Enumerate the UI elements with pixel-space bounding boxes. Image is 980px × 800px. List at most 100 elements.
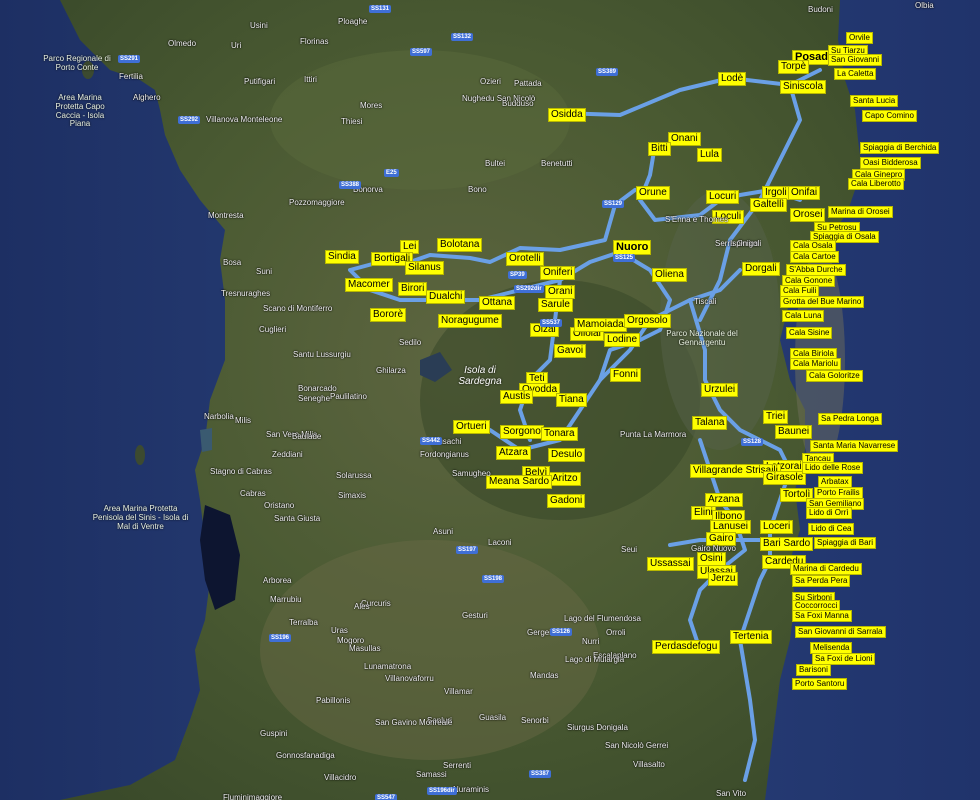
town-label[interactable]: Mamoiada	[574, 318, 627, 332]
town-label[interactable]: Fonni	[610, 368, 642, 382]
town-label[interactable]: Noragugume	[438, 314, 502, 328]
beache-label[interactable]: San Giovanni di Sarrala	[795, 626, 886, 638]
place-label[interactable]: Ittiri	[304, 76, 317, 84]
beache-label[interactable]: Cala Luna	[782, 310, 825, 322]
place-label[interactable]: Asuni	[433, 528, 453, 536]
place-label[interactable]: Villasalto	[633, 761, 665, 769]
place-label[interactable]: Gergei	[527, 629, 551, 637]
place-label[interactable]: Guspini	[260, 730, 287, 738]
place-label[interactable]: Ispinigoli	[730, 240, 761, 248]
town-label[interactable]: Silanus	[405, 261, 444, 275]
place-label[interactable]: Suni	[256, 268, 272, 276]
town-label[interactable]: Dualchi	[426, 290, 466, 304]
town-label[interactable]: Atzara	[496, 446, 531, 460]
road-label[interactable]: SS537	[540, 319, 563, 327]
town-label[interactable]: Meana Sardo	[486, 475, 553, 489]
place-label[interactable]: Ales	[354, 603, 370, 611]
place-label[interactable]: Lago del Flumendosa	[564, 615, 641, 623]
place-label[interactable]: Arborea	[263, 577, 291, 585]
road-label[interactable]: SS132	[451, 33, 474, 41]
road-label[interactable]: SS292dir	[514, 285, 544, 293]
beache-label[interactable]: Lido delle Rose	[802, 462, 864, 474]
town-label[interactable]: Austis	[500, 390, 534, 404]
town-label[interactable]: Bolotana	[437, 238, 483, 252]
town-label[interactable]: Sarule	[538, 298, 573, 312]
place-label[interactable]: Uras	[331, 627, 348, 635]
town-label[interactable]: Arzana	[705, 493, 743, 507]
beache-label[interactable]: Spiaggia di Bari	[814, 537, 877, 549]
town-label[interactable]: Aritzo	[549, 472, 581, 486]
town-label[interactable]: Tertenia	[730, 630, 772, 644]
place-label[interactable]: Santa Giusta	[274, 515, 320, 523]
town-label[interactable]: Macomer	[345, 278, 393, 292]
place-label[interactable]: Seui	[621, 546, 637, 554]
town-label[interactable]: Bari Sardo	[760, 537, 814, 551]
town-label[interactable]: Gadoni	[547, 494, 586, 508]
town-label[interactable]: Galtellì	[750, 198, 788, 212]
beache-label[interactable]: La Caletta	[834, 68, 877, 80]
place-label[interactable]: Senorbì	[521, 717, 549, 725]
town-label[interactable]: Loceri	[760, 520, 794, 534]
beache-label[interactable]: Sa Perda Pera	[792, 575, 851, 587]
town-label[interactable]: Lodine	[604, 333, 641, 347]
road-label[interactable]: SS125	[613, 254, 636, 262]
place-label[interactable]: Olbia	[915, 2, 934, 10]
place-label[interactable]: San Vito	[716, 790, 746, 798]
place-label[interactable]: Uri	[231, 42, 241, 50]
place-label[interactable]: Ghilarza	[376, 367, 406, 375]
beache-label[interactable]: Spiaggia di Berchida	[860, 142, 940, 154]
place-label[interactable]: Pabillonis	[316, 697, 350, 705]
town-label[interactable]: Orune	[636, 186, 670, 200]
town-label[interactable]: Jerzu	[708, 572, 739, 586]
beache-label[interactable]: Orvile	[846, 32, 873, 44]
place-label[interactable]: Tresnuraghes	[221, 290, 270, 298]
town-label[interactable]: Sorgono	[500, 425, 544, 439]
place-label[interactable]: Bono	[468, 186, 487, 194]
place-label[interactable]: Cuglieri	[259, 326, 286, 334]
town-label[interactable]: Gavoi	[554, 344, 587, 358]
beache-label[interactable]: Capo Comino	[862, 110, 917, 122]
place-label[interactable]: Paulilatino	[330, 393, 367, 401]
place-label[interactable]: Serrenti	[443, 762, 471, 770]
place-label[interactable]: Terralba	[289, 619, 318, 627]
town-label[interactable]: Urzulei	[701, 383, 739, 397]
beache-label[interactable]: Santa Maria Navarrese	[810, 440, 899, 452]
road-label[interactable]: SS388	[339, 181, 362, 189]
town-label[interactable]: Osini	[697, 552, 726, 566]
town-label[interactable]: Birori	[398, 282, 428, 296]
place-label[interactable]: Siurgus Donigala	[567, 724, 628, 732]
beache-label[interactable]: Sa Pedra Longa	[818, 413, 882, 425]
place-label[interactable]: Fordongianus	[420, 451, 469, 459]
place-label[interactable]: Nuraminis	[453, 786, 489, 794]
road-label[interactable]: SS128	[741, 438, 764, 446]
road-label[interactable]: SS131	[369, 5, 392, 13]
place-label[interactable]: Fertilia	[119, 73, 143, 81]
place-label[interactable]: Scano di Montiferro	[263, 305, 332, 313]
town-label[interactable]: Oniferi	[540, 266, 576, 280]
park-label[interactable]: Parco Regionale di Porto Conte	[42, 54, 112, 73]
place-label[interactable]: Milis	[235, 417, 251, 425]
place-label[interactable]: Bosa	[223, 259, 241, 267]
town-label[interactable]: Baunei	[775, 425, 813, 439]
place-label[interactable]: Santu Lussurgiu	[293, 351, 351, 359]
place-label[interactable]: Sedilo	[399, 339, 421, 347]
road-label[interactable]: SS442	[420, 437, 443, 445]
town-label[interactable]: Ussassai	[647, 557, 694, 571]
beache-label[interactable]: Marina di Cardedu	[790, 563, 862, 575]
place-label[interactable]: Masullas	[349, 645, 381, 653]
place-label[interactable]: Budoni	[808, 6, 833, 14]
beache-label[interactable]: Cala Goloritze	[806, 370, 863, 382]
beache-label[interactable]: San Giovanni	[828, 54, 883, 66]
place-label[interactable]: Nurri	[582, 638, 599, 646]
place-label[interactable]: Mores	[360, 102, 382, 110]
town-label[interactable]: Dorgali	[742, 262, 780, 276]
park-label[interactable]: Area Marina Protetta Penisola del Sinis …	[88, 504, 193, 531]
place-label[interactable]: Samugheo	[452, 470, 491, 478]
town-label[interactable]: Bitti	[648, 142, 671, 156]
town-label[interactable]: Onani	[668, 132, 701, 146]
road-label[interactable]: SS597	[410, 48, 433, 56]
beache-label[interactable]: Santa Lucia	[850, 95, 899, 107]
place-label[interactable]: Oristano	[264, 502, 294, 510]
place-label[interactable]: Gesturi	[462, 612, 488, 620]
beache-label[interactable]: Cala Liberotto	[848, 178, 904, 190]
